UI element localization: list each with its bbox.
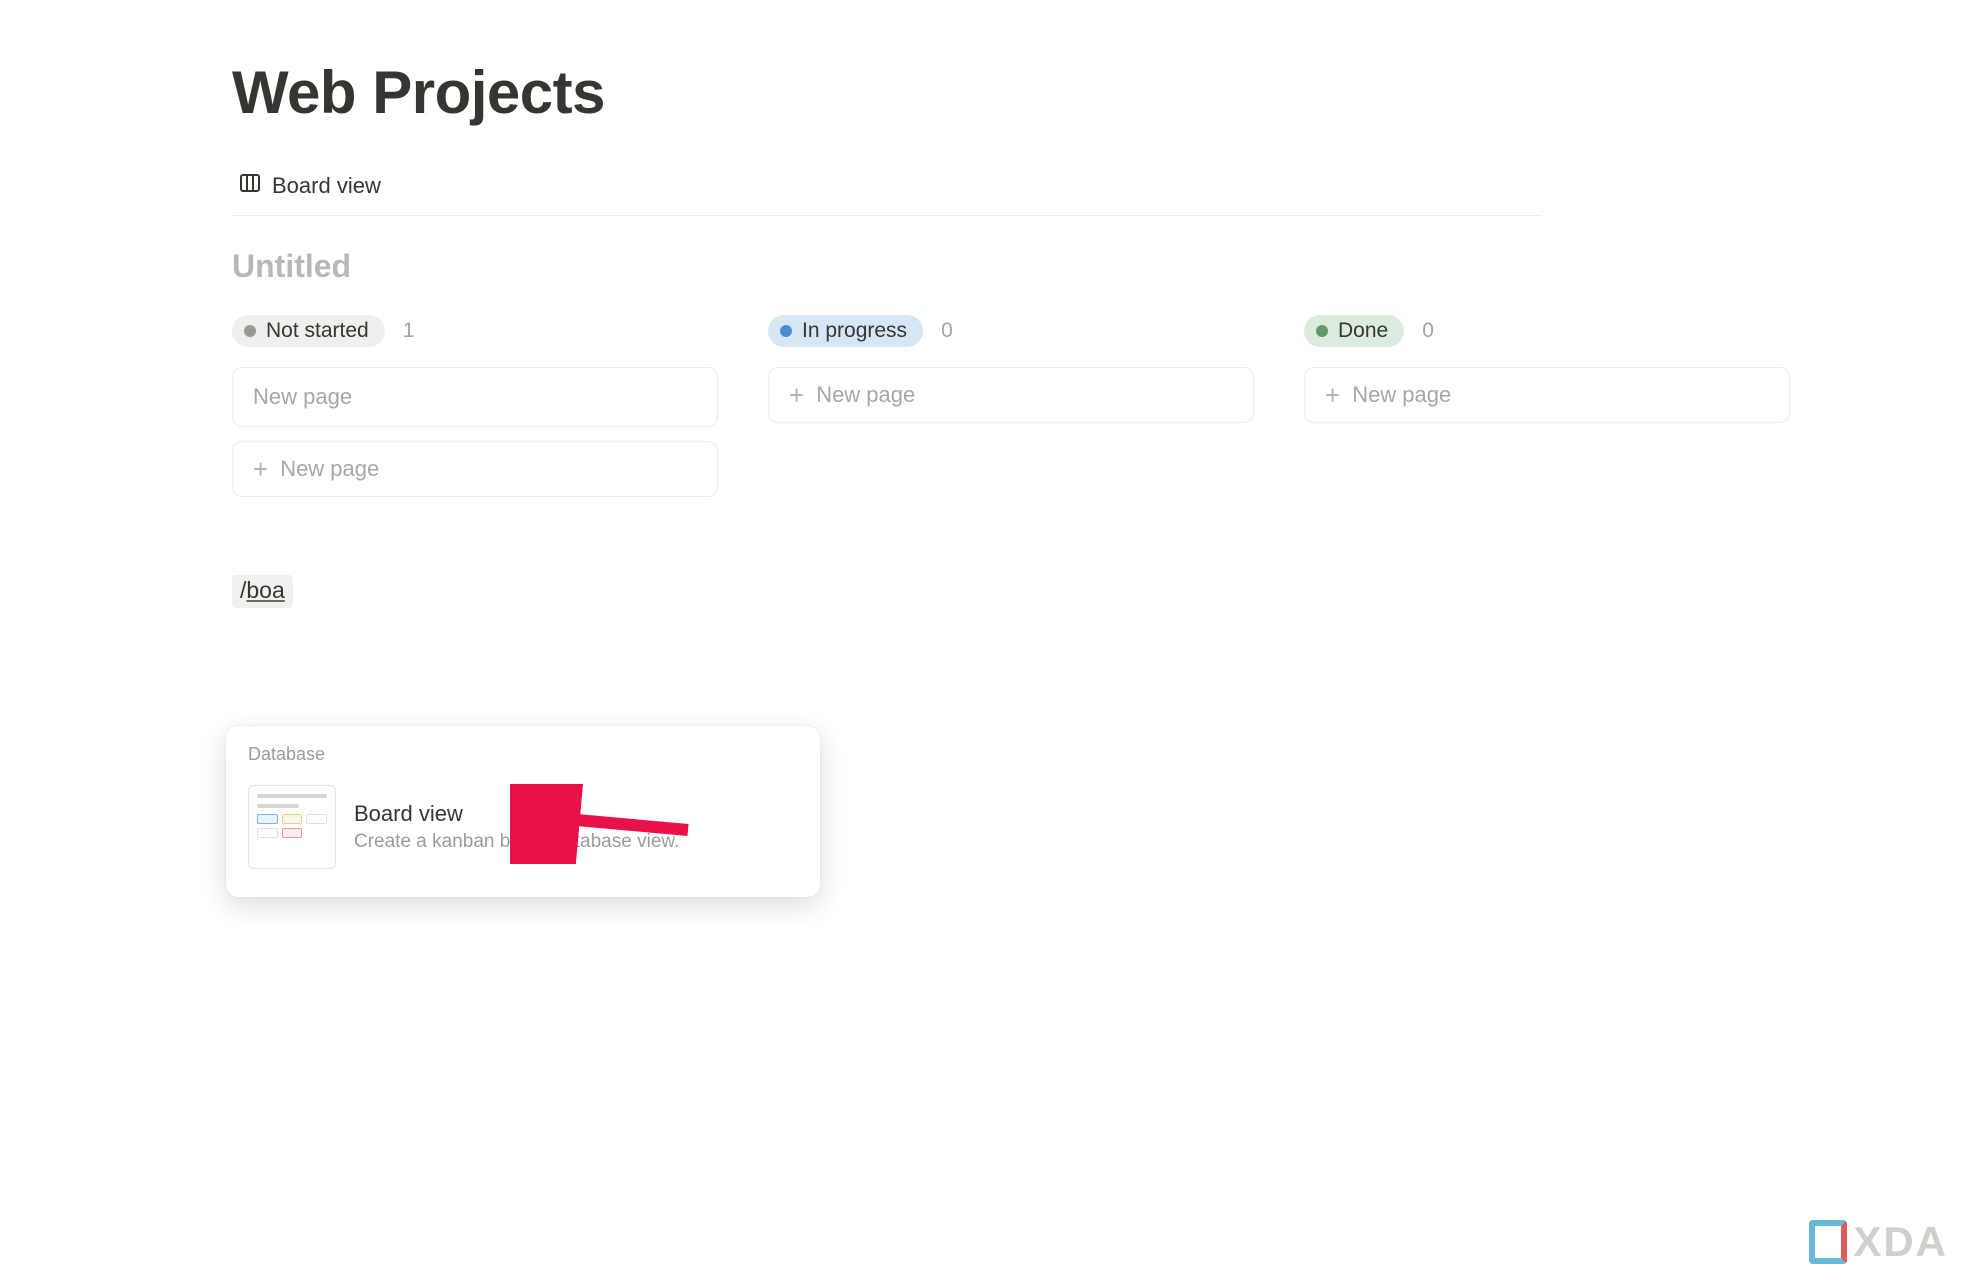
- slash-command-row[interactable]: /boa: [232, 575, 1968, 608]
- column-count: 0: [1422, 319, 1434, 343]
- status-label: Not started: [266, 319, 369, 343]
- column-count: 1: [403, 319, 415, 343]
- status-dot-icon: [1316, 325, 1328, 337]
- new-page-label: New page: [280, 456, 379, 482]
- board-column: In progress 0 + New page: [768, 315, 1254, 497]
- column-header[interactable]: Done 0: [1304, 315, 1790, 347]
- new-page-button[interactable]: + New page: [232, 441, 718, 497]
- slash-menu-item-board-view[interactable]: Board view Create a kanban board databas…: [226, 777, 820, 879]
- status-pill[interactable]: Not started: [232, 315, 385, 347]
- plus-icon: +: [789, 382, 804, 408]
- board-columns: Not started1New page+New pageIn progress…: [232, 315, 1968, 497]
- plus-icon: +: [253, 456, 268, 482]
- status-label: In progress: [802, 319, 907, 343]
- tab-board-view[interactable]: Board view: [232, 171, 381, 201]
- slash-input[interactable]: /boa: [232, 575, 293, 608]
- tab-label: Board view: [272, 173, 381, 199]
- database-title[interactable]: Untitled: [232, 248, 1968, 285]
- menu-item-title: Board view: [354, 801, 798, 827]
- new-page-label: New page: [1352, 382, 1451, 408]
- watermark-glyph-icon: [1809, 1220, 1847, 1264]
- board-view-thumbnail-icon: [248, 785, 336, 869]
- column-header[interactable]: In progress 0: [768, 315, 1254, 347]
- slash-menu: Database Board view Create a kanban boar…: [226, 726, 820, 897]
- menu-item-description: Create a kanban board database view.: [354, 831, 798, 853]
- board-column: Done 0 + New page: [1304, 315, 1790, 497]
- board-card[interactable]: New page: [232, 367, 718, 427]
- status-label: Done: [1338, 319, 1388, 343]
- plus-icon: +: [1325, 382, 1340, 408]
- status-dot-icon: [244, 325, 256, 337]
- new-page-button[interactable]: + New page: [768, 367, 1254, 423]
- status-dot-icon: [780, 325, 792, 337]
- watermark: XDA: [1809, 1218, 1948, 1266]
- view-tabs: Board view: [232, 171, 1542, 216]
- board-column: Not started 1 New page + New page: [232, 315, 718, 497]
- status-pill[interactable]: Done: [1304, 315, 1404, 347]
- column-count: 0: [941, 319, 953, 343]
- watermark-text: XDA: [1853, 1218, 1948, 1266]
- slash-query: boa: [246, 577, 284, 603]
- new-page-button[interactable]: + New page: [1304, 367, 1790, 423]
- slash-menu-section: Database: [226, 744, 820, 777]
- new-page-label: New page: [816, 382, 915, 408]
- column-header[interactable]: Not started 1: [232, 315, 718, 347]
- status-pill[interactable]: In progress: [768, 315, 923, 347]
- board-icon: [238, 171, 262, 201]
- page-title[interactable]: Web Projects: [232, 58, 1968, 127]
